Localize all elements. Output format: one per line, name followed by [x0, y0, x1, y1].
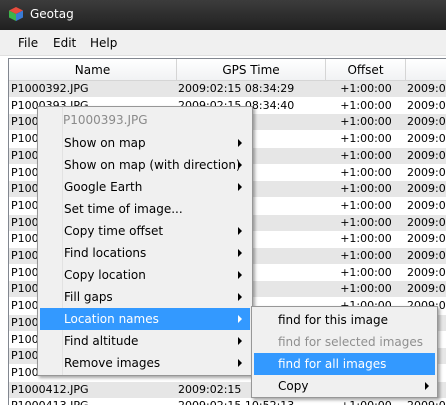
column-header-name[interactable]: Name: [9, 59, 177, 81]
cell-extra: 2009:02:15: [407, 198, 446, 212]
submenu-item-label: Copy: [278, 379, 309, 393]
column-header-extra[interactable]: [406, 59, 446, 81]
cell-extra: 2009:02:15: [407, 115, 446, 129]
table-row[interactable]: P1000413.JPG 2009:02:15 10:52:13+1:00:002…: [9, 398, 446, 405]
cell-name: P1000392.JPG: [11, 82, 89, 95]
cell-extra: 2009:02:15: [407, 249, 446, 262]
menu-item-label: Fill gaps: [64, 290, 113, 304]
context-menu-item-remove-images[interactable]: Remove images: [40, 352, 250, 374]
cell-offset: +1:00:00: [340, 132, 392, 146]
menu-item-label: Remove images: [64, 356, 161, 370]
column-header-gps-time[interactable]: GPS Time: [177, 59, 326, 81]
submenu-arrow-icon: [238, 337, 242, 345]
submenu-arrow-icon: [238, 227, 242, 235]
cell-offset: +1:00:00: [340, 148, 392, 162]
context-menu-item-set-time-of-image[interactable]: Set time of image...: [40, 198, 250, 220]
context-menu-item-copy-time-offset[interactable]: Copy time offset: [40, 220, 250, 242]
cell-extra: 2009:02:15: [407, 265, 446, 279]
submenu-item-label: find for this image: [278, 313, 388, 327]
context-menu-item-google-earth[interactable]: Google Earth: [40, 176, 250, 198]
cell-offset: +1:00:00: [340, 198, 392, 212]
context-menu-item-fill-gaps[interactable]: Fill gaps: [40, 286, 250, 308]
context-menu-item-show-on-map[interactable]: Show on map: [40, 132, 250, 154]
cell-offset: +1:00:00: [340, 82, 392, 95]
menu-item-label: Copy time offset: [64, 224, 164, 238]
cell-offset: +1:00:00: [340, 282, 392, 296]
cell-extra: 2009:02:15: [407, 398, 446, 405]
submenu-arrow-icon: [238, 161, 242, 169]
submenu-arrow-icon: [238, 315, 242, 323]
context-menu-item-copy-location[interactable]: Copy location: [40, 264, 250, 286]
menu-item-label: Copy location: [64, 268, 146, 282]
cell-extra: 2009:02:15: [407, 215, 446, 229]
menu-item-label: Show on map: [64, 136, 146, 150]
menu-item-label: Find altitude: [64, 334, 139, 348]
submenu-arrow-icon: [238, 293, 242, 301]
context-menu-header: P1000393.JPG: [63, 113, 148, 127]
menu-help[interactable]: Help: [90, 36, 117, 50]
context-menu-item-find-altitude[interactable]: Find altitude: [40, 330, 250, 352]
menu-item-label: Find locations: [64, 246, 147, 260]
cell-extra: 2009:02:15: [407, 98, 446, 112]
cell-extra: 2009:02:15: [407, 282, 446, 296]
cell-extra: 2009:02:15: [407, 182, 446, 196]
app-cube-icon: [9, 7, 23, 21]
menu-item-label: Show on map (with direction): [64, 158, 241, 172]
cell-extra: 2009:02:15: [407, 165, 446, 179]
cell-offset: +1:00:00: [340, 115, 392, 129]
cell-offset: +1:00:00: [340, 249, 392, 262]
table-row[interactable]: P1000392.JPG 2009:02:15 08:34:29 +1:00:00 2…: [9, 81, 446, 97]
submenu-arrow-icon: [238, 359, 242, 367]
submenu-arrow-icon: [238, 271, 242, 279]
submenu-item-copy[interactable]: Copy: [254, 375, 435, 397]
cell-offset: +1:00:00: [340, 232, 392, 246]
table-header: Name GPS Time Offset: [9, 59, 446, 81]
submenu-arrow-icon: [238, 183, 242, 191]
menu-item-label: Google Earth: [64, 180, 143, 194]
cell-extra: 2009:02:15: [407, 132, 446, 146]
cell-gps-time: 2009:02:15 10:52:13: [178, 398, 324, 405]
window-title: Geotag: [30, 7, 74, 21]
cell-name: P1000413.JPG: [11, 398, 171, 405]
cell-offset: +1:00:00: [340, 165, 392, 179]
submenu-arrow-icon: [238, 139, 242, 147]
submenu-item-label: find for all images: [278, 357, 387, 371]
column-header-offset[interactable]: Offset: [326, 59, 406, 81]
menu-item-label: Location names: [64, 312, 159, 326]
submenu-item-find-for-selected-images: find for selected images: [254, 331, 435, 353]
submenu-item-find-for-this-image[interactable]: find for this image: [254, 309, 435, 331]
cell-extra: 2009:02:15: [407, 82, 446, 95]
cell-offset: +1:00:00: [327, 398, 405, 405]
context-menu-item-location-names[interactable]: Location names: [40, 308, 250, 330]
submenu-arrow-icon: [425, 382, 429, 390]
cell-offset: +1:00:00: [340, 265, 392, 279]
cell-gps-time: 2009:02:15 08:34:29: [178, 82, 295, 95]
cell-name: P1000412.JPG: [11, 382, 89, 396]
context-menu: P1000393.JPG Show on map Show on map (wit…: [37, 106, 253, 376]
submenu-arrow-icon: [238, 249, 242, 257]
cell-extra: 2009:02:15: [407, 148, 446, 162]
menu-bar: File Edit Help: [0, 30, 446, 56]
submenu-item-label: find for selected images: [278, 335, 424, 349]
menu-file[interactable]: File: [18, 36, 38, 50]
title-bar: Geotag: [0, 0, 446, 30]
submenu-item-find-for-all-images[interactable]: find for all images: [254, 353, 435, 375]
location-names-submenu: find for this image find for selected ima…: [251, 306, 438, 398]
context-menu-item-show-on-map-with-direction[interactable]: Show on map (with direction): [40, 154, 250, 176]
context-menu-item-find-locations[interactable]: Find locations: [40, 242, 250, 264]
cell-extra: 2009:02:15: [407, 232, 446, 246]
menu-item-label: Set time of image...: [64, 202, 183, 216]
cell-offset: +1:00:00: [340, 215, 392, 229]
menu-edit[interactable]: Edit: [53, 36, 76, 50]
cell-offset: +1:00:00: [340, 98, 392, 112]
cell-offset: +1:00:00: [340, 182, 392, 196]
